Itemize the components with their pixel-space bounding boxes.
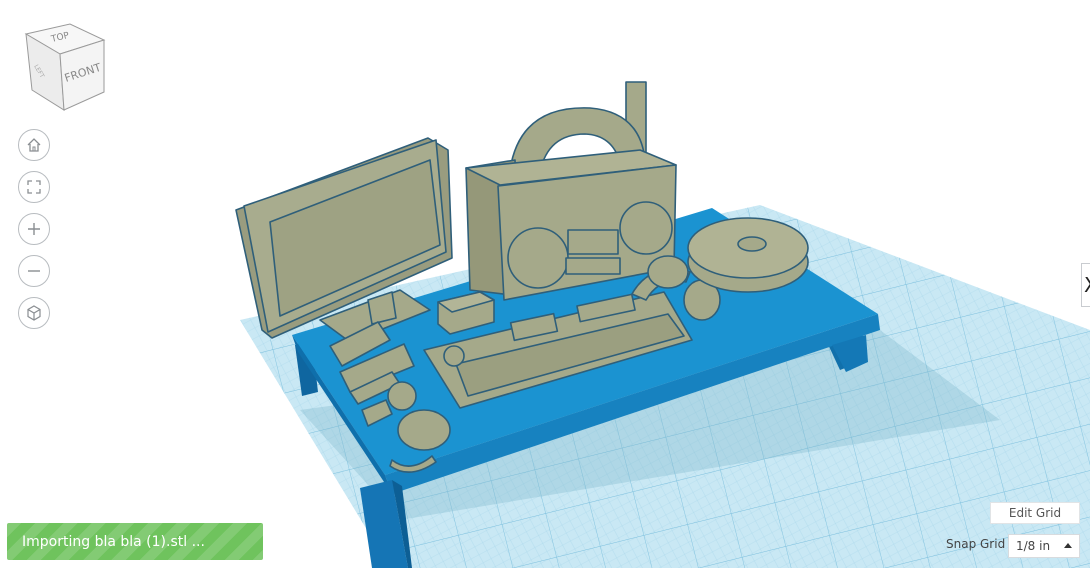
side-panel-tab[interactable]: X <box>1081 263 1090 307</box>
boombox-model[interactable] <box>465 81 677 301</box>
zoom-in-icon <box>28 223 40 235</box>
import-progress-toast: Importing bla bla (1).stl ... <box>7 523 263 560</box>
workplane-scene[interactable] <box>0 0 1090 568</box>
perspective-icon <box>27 305 41 321</box>
snap-grid-label: Snap Grid <box>946 537 1006 551</box>
zoom-in-button[interactable] <box>18 213 50 245</box>
snap-grid-select[interactable]: 1/8 in <box>1008 534 1080 558</box>
caret-up-icon <box>1064 543 1072 548</box>
fit-view-icon <box>27 180 41 194</box>
zoom-out-button[interactable] <box>18 255 50 287</box>
home-icon <box>27 138 41 152</box>
fit-view-button[interactable] <box>18 171 50 203</box>
monitor-model[interactable] <box>235 137 453 343</box>
view-cube[interactable]: TOP FRONT LEFT <box>22 22 108 114</box>
import-progress-text: Importing bla bla (1).stl ... <box>22 533 205 550</box>
perspective-toggle-button[interactable] <box>18 297 50 329</box>
side-panel-tab-glyph: X <box>1084 273 1090 297</box>
snap-grid-value: 1/8 in <box>1016 539 1051 553</box>
home-view-button[interactable] <box>18 129 50 161</box>
3d-viewport[interactable]: TOP FRONT LEFT Importing bla bla (1).stl… <box>0 0 1090 568</box>
zoom-out-icon <box>28 270 40 272</box>
tape-reel-model[interactable] <box>687 217 809 293</box>
edit-grid-button[interactable]: Edit Grid <box>990 502 1080 524</box>
